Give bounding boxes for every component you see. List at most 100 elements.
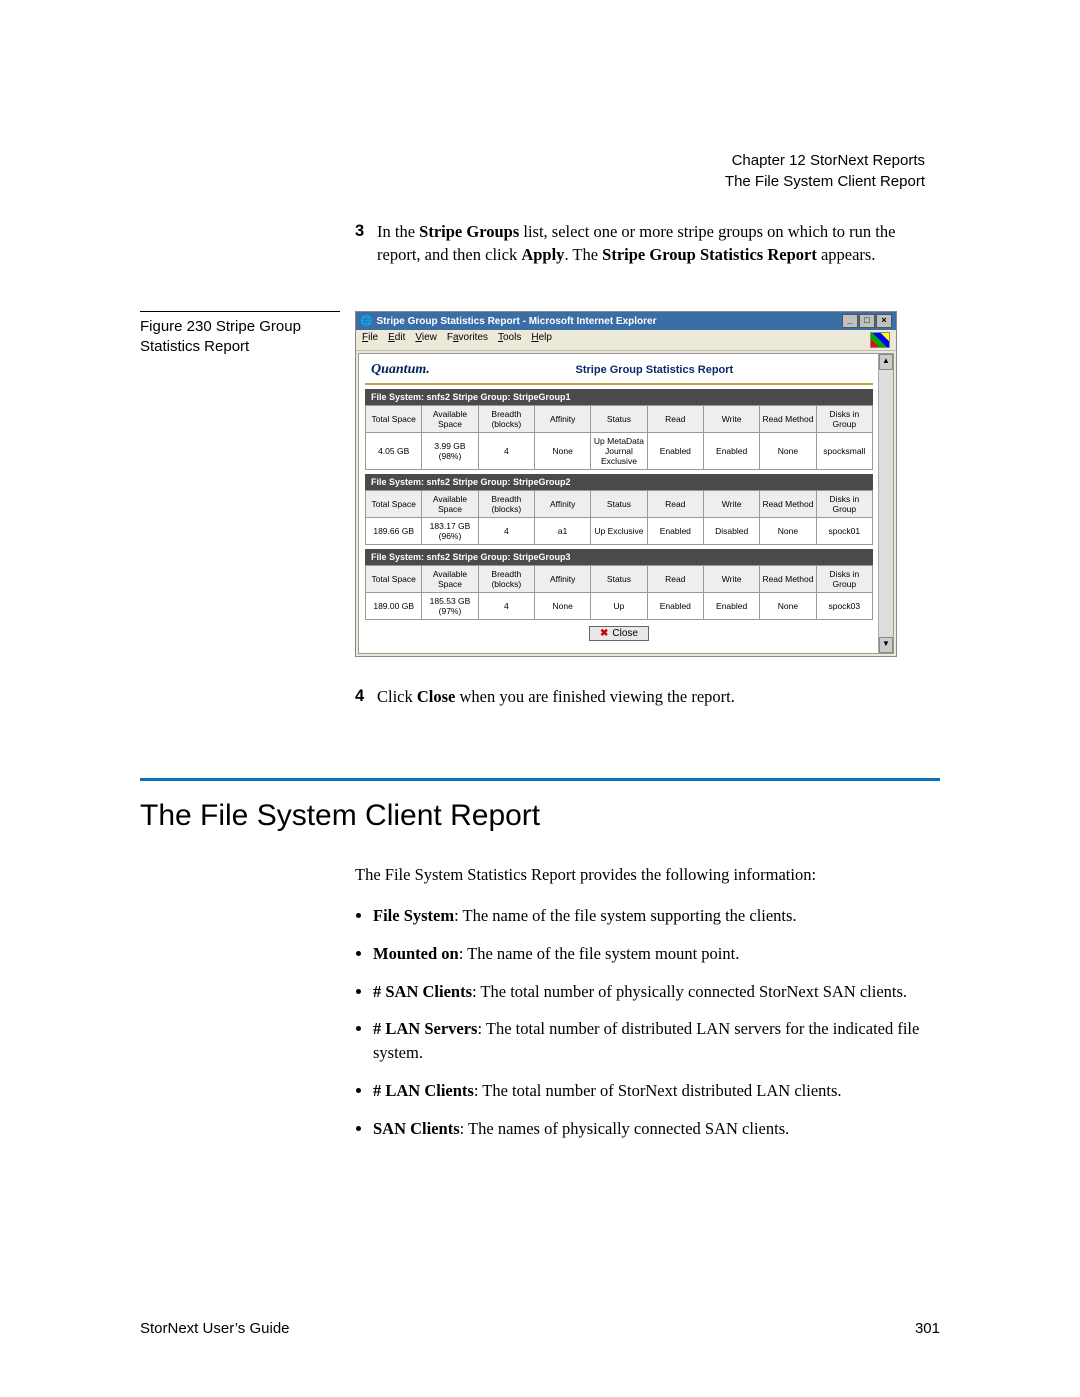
field-term: SAN Clients	[373, 1119, 460, 1138]
column-header: Disks in Group	[816, 491, 872, 518]
column-header: Disks in Group	[816, 406, 872, 433]
step-text: Click Close when you are finished viewin…	[377, 685, 940, 708]
stripe-group-bar: File System: snfs2 Stripe Group: StripeG…	[365, 389, 873, 405]
ie-logo-icon	[870, 332, 890, 348]
column-header: Status	[591, 566, 647, 593]
step-number: 4	[355, 685, 377, 708]
menu-edit[interactable]: Edit	[388, 332, 405, 348]
column-header: Total Space	[366, 406, 422, 433]
column-header: Write	[703, 566, 759, 593]
field-desc: : The names of physically connected SAN …	[460, 1119, 790, 1138]
cell: Enabled	[647, 433, 703, 470]
column-header: Affinity	[534, 406, 590, 433]
cell: None	[760, 433, 816, 470]
close-window-button[interactable]: ×	[876, 314, 892, 328]
column-header: Total Space	[366, 566, 422, 593]
report-title: Stripe Group Statistics Report	[436, 364, 873, 376]
stripe-group-table: Total SpaceAvailable SpaceBreadth (block…	[365, 405, 873, 470]
column-header: Status	[591, 491, 647, 518]
page-footer: StorNext User’s Guide 301	[140, 1320, 940, 1337]
close-button[interactable]: ✖ Close	[589, 626, 649, 641]
step-text: In the Stripe Groups list, select one or…	[377, 220, 940, 266]
window-title: Stripe Group Statistics Report - Microso…	[376, 316, 656, 327]
column-header: Read Method	[760, 566, 816, 593]
field-term: # LAN Servers	[373, 1019, 477, 1038]
column-header: Breadth (blocks)	[478, 491, 534, 518]
cell: 4	[478, 518, 534, 545]
field-desc: : The name of the file system supporting…	[454, 906, 796, 925]
column-header: Read	[647, 406, 703, 433]
content-area: ▲ ▼ Quantum. Stripe Group Statistics Rep…	[358, 353, 894, 654]
scroll-up-icon[interactable]: ▲	[879, 354, 893, 370]
cell: 4	[478, 433, 534, 470]
step-4: 4 Click Close when you are finished view…	[355, 685, 940, 708]
stripe-group-bar: File System: snfs2 Stripe Group: StripeG…	[365, 474, 873, 490]
menu-tools[interactable]: Tools	[498, 332, 521, 348]
column-header: Breadth (blocks)	[478, 566, 534, 593]
cell: 185.53 GB (97%)	[422, 593, 478, 620]
field-term: File System	[373, 906, 454, 925]
scroll-down-icon[interactable]: ▼	[879, 637, 893, 653]
section-intro: The File System Statistics Report provid…	[355, 863, 940, 887]
cell: None	[534, 593, 590, 620]
menu-file[interactable]: File	[362, 332, 378, 348]
cell: Up	[591, 593, 647, 620]
menu-view[interactable]: View	[415, 332, 437, 348]
menu-bar: File Edit View Favorites Tools Help	[356, 330, 896, 351]
column-header: Read	[647, 491, 703, 518]
menu-favorites[interactable]: Favorites	[447, 332, 488, 348]
field-term: # SAN Clients	[373, 982, 472, 1001]
title-bar: 🌐 Stripe Group Statistics Report - Micro…	[356, 312, 896, 330]
table-row: 189.66 GB183.17 GB (96%)4a1Up ExclusiveE…	[366, 518, 873, 545]
cell: spock01	[816, 518, 872, 545]
stripe-group-bar: File System: snfs2 Stripe Group: StripeG…	[365, 549, 873, 565]
vertical-scrollbar[interactable]: ▲ ▼	[878, 354, 893, 653]
page-header: Chapter 12 StorNext Reports The File Sys…	[725, 150, 925, 192]
chapter-line: Chapter 12 StorNext Reports	[725, 150, 925, 171]
cell: spock03	[816, 593, 872, 620]
list-item: # LAN Servers: The total number of distr…	[373, 1017, 940, 1065]
column-header: Available Space	[422, 566, 478, 593]
cell: Enabled	[703, 433, 759, 470]
field-list: File System: The name of the file system…	[355, 904, 940, 1141]
brand-logo: Quantum.	[365, 360, 436, 380]
table-row: 189.00 GB185.53 GB (97%)4NoneUpEnabledEn…	[366, 593, 873, 620]
list-item: Mounted on: The name of the file system …	[373, 942, 940, 966]
minimize-button[interactable]: _	[842, 314, 858, 328]
cell: Enabled	[647, 593, 703, 620]
column-header: Status	[591, 406, 647, 433]
cell: Enabled	[703, 593, 759, 620]
cell: 4	[478, 593, 534, 620]
column-header: Write	[703, 491, 759, 518]
column-header: Available Space	[422, 406, 478, 433]
column-header: Disks in Group	[816, 566, 872, 593]
column-header: Read	[647, 566, 703, 593]
column-header: Affinity	[534, 491, 590, 518]
table-row: 4.05 GB3.99 GB (98%)4NoneUp MetaData Jou…	[366, 433, 873, 470]
close-x-icon: ✖	[600, 628, 608, 639]
cell: Up MetaData Journal Exclusive	[591, 433, 647, 470]
cell: Disabled	[703, 518, 759, 545]
step-number: 3	[355, 220, 377, 266]
column-header: Read Method	[760, 491, 816, 518]
close-label: Close	[612, 628, 638, 639]
menu-help[interactable]: Help	[531, 332, 552, 348]
stripe-group-table: Total SpaceAvailable SpaceBreadth (block…	[365, 490, 873, 545]
footer-left: StorNext User’s Guide	[140, 1320, 290, 1337]
column-header: Available Space	[422, 491, 478, 518]
step-3: 3 In the Stripe Groups list, select one …	[355, 220, 940, 266]
column-header: Affinity	[534, 566, 590, 593]
field-desc: : The total number of StorNext distribut…	[474, 1081, 842, 1100]
list-item: # LAN Clients: The total number of StorN…	[373, 1079, 940, 1103]
cell: None	[760, 593, 816, 620]
cell: 189.00 GB	[366, 593, 422, 620]
list-item: File System: The name of the file system…	[373, 904, 940, 928]
field-desc: : The name of the file system mount poin…	[459, 944, 740, 963]
app-icon: 🌐	[360, 316, 372, 327]
cell: Up Exclusive	[591, 518, 647, 545]
column-header: Read Method	[760, 406, 816, 433]
column-header: Breadth (blocks)	[478, 406, 534, 433]
column-header: Write	[703, 406, 759, 433]
maximize-button[interactable]: □	[859, 314, 875, 328]
cell: 3.99 GB (98%)	[422, 433, 478, 470]
